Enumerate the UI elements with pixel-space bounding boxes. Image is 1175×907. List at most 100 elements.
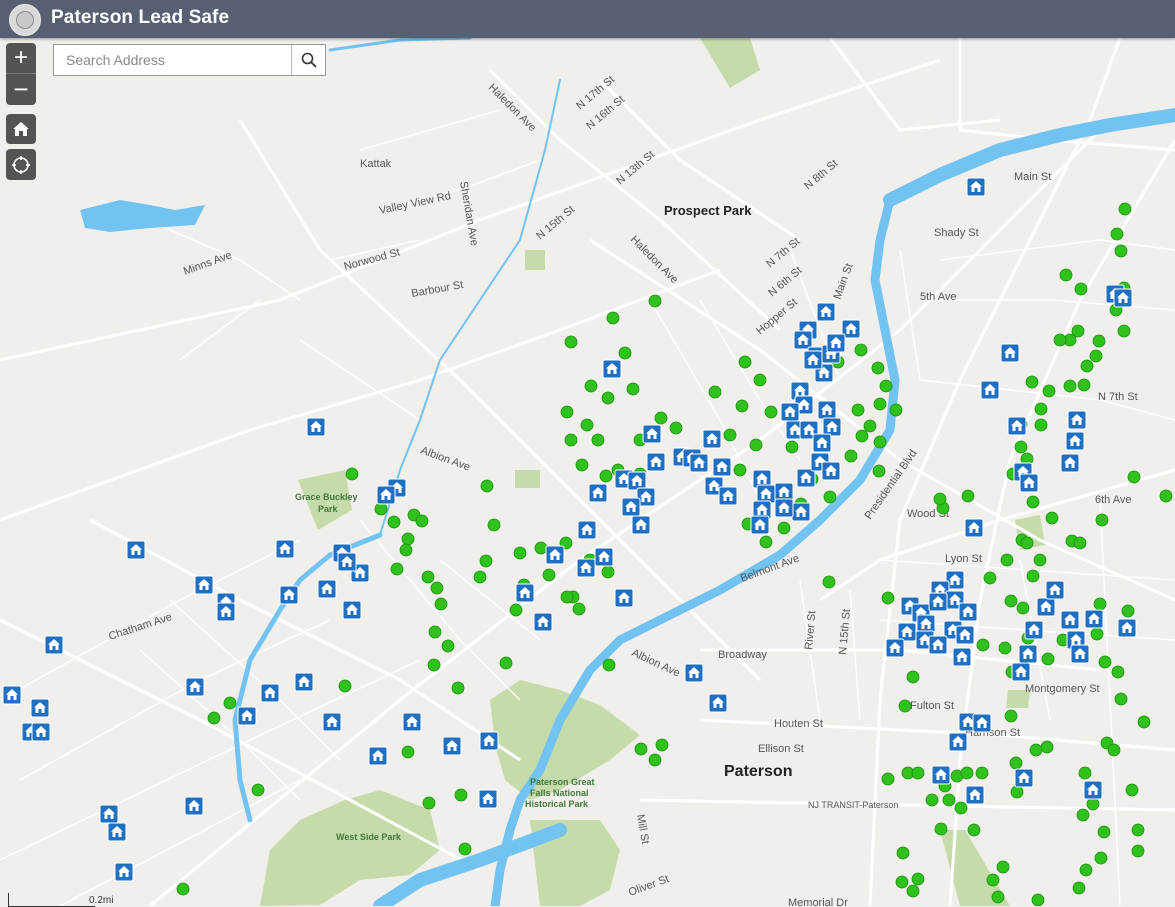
lead-safe-home-marker[interactable]	[194, 575, 214, 595]
lead-safe-home-marker[interactable]	[964, 518, 984, 538]
lead-safe-home-marker[interactable]	[107, 822, 127, 842]
lead-safe-home-marker[interactable]	[1018, 644, 1038, 664]
lead-safe-home-marker[interactable]	[317, 579, 337, 599]
tested-property-marker[interactable]	[933, 492, 947, 506]
tested-property-marker[interactable]	[1114, 692, 1128, 706]
tested-property-marker[interactable]	[911, 872, 925, 886]
lead-safe-home-marker[interactable]	[756, 484, 776, 504]
tested-property-marker[interactable]	[872, 464, 886, 478]
lead-safe-home-marker[interactable]	[1065, 431, 1085, 451]
tested-property-marker[interactable]	[602, 658, 616, 672]
lead-safe-home-marker[interactable]	[1011, 662, 1031, 682]
lead-safe-home-marker[interactable]	[376, 485, 396, 505]
lead-safe-home-marker[interactable]	[2, 685, 22, 705]
lead-safe-home-marker[interactable]	[1060, 453, 1080, 473]
tested-property-marker[interactable]	[434, 597, 448, 611]
tested-property-marker[interactable]	[881, 591, 895, 605]
tested-property-marker[interactable]	[1111, 665, 1125, 679]
lead-safe-home-marker[interactable]	[1014, 768, 1034, 788]
tested-property-marker[interactable]	[967, 823, 981, 837]
lead-safe-home-marker[interactable]	[368, 746, 388, 766]
lead-safe-home-marker[interactable]	[689, 453, 709, 473]
lead-safe-home-marker[interactable]	[791, 502, 811, 522]
lead-safe-home-marker[interactable]	[793, 330, 813, 350]
tested-property-marker[interactable]	[458, 842, 472, 856]
lead-safe-home-marker[interactable]	[1084, 609, 1104, 629]
tested-property-marker[interactable]	[1117, 324, 1131, 338]
tested-property-marker[interactable]	[560, 590, 574, 604]
tested-property-marker[interactable]	[753, 373, 767, 387]
tested-property-marker[interactable]	[207, 711, 221, 725]
tested-property-marker[interactable]	[738, 355, 752, 369]
tested-property-marker[interactable]	[1053, 333, 1067, 347]
tested-property-marker[interactable]	[513, 546, 527, 560]
tested-property-marker[interactable]	[896, 846, 910, 860]
lead-safe-home-marker[interactable]	[275, 539, 295, 559]
lead-safe-home-marker[interactable]	[30, 698, 50, 718]
tested-property-marker[interactable]	[1097, 825, 1111, 839]
search-input[interactable]	[54, 45, 292, 75]
lead-safe-home-marker[interactable]	[928, 635, 948, 655]
tested-property-marker[interactable]	[572, 602, 586, 616]
tested-property-marker[interactable]	[1074, 282, 1088, 296]
lead-safe-home-marker[interactable]	[684, 663, 704, 683]
lead-safe-home-marker[interactable]	[965, 785, 985, 805]
tested-property-marker[interactable]	[879, 379, 893, 393]
lead-safe-home-marker[interactable]	[442, 736, 462, 756]
tested-property-marker[interactable]	[960, 766, 974, 780]
tested-property-marker[interactable]	[708, 385, 722, 399]
tested-property-marker[interactable]	[1040, 740, 1054, 754]
tested-property-marker[interactable]	[345, 467, 359, 481]
tested-property-marker[interactable]	[451, 681, 465, 695]
tested-property-marker[interactable]	[1131, 823, 1145, 837]
lead-safe-home-marker[interactable]	[1024, 620, 1044, 640]
tested-property-marker[interactable]	[889, 403, 903, 417]
tested-property-marker[interactable]	[1034, 418, 1048, 432]
lead-safe-home-marker[interactable]	[631, 515, 651, 535]
tested-property-marker[interactable]	[998, 641, 1012, 655]
tested-property-marker[interactable]	[401, 532, 415, 546]
lead-safe-home-marker[interactable]	[588, 483, 608, 503]
tested-property-marker[interactable]	[1004, 594, 1018, 608]
tested-property-marker[interactable]	[1114, 244, 1128, 258]
tested-property-marker[interactable]	[1078, 766, 1092, 780]
tested-property-marker[interactable]	[1107, 743, 1121, 757]
tested-property-marker[interactable]	[851, 403, 865, 417]
tested-property-marker[interactable]	[986, 873, 1000, 887]
tested-property-marker[interactable]	[873, 435, 887, 449]
lead-safe-home-marker[interactable]	[1019, 473, 1039, 493]
tested-property-marker[interactable]	[1125, 783, 1139, 797]
tested-property-marker[interactable]	[942, 793, 956, 807]
lead-safe-home-marker[interactable]	[796, 468, 816, 488]
tested-property-marker[interactable]	[1020, 536, 1034, 550]
map-view[interactable]: Prospect Park Paterson Grace Buckley Par…	[0, 38, 1175, 906]
tested-property-marker[interactable]	[1159, 489, 1173, 503]
tested-property-marker[interactable]	[430, 581, 444, 595]
lead-safe-home-marker[interactable]	[515, 583, 535, 603]
lead-safe-home-marker[interactable]	[1117, 618, 1137, 638]
lead-safe-home-marker[interactable]	[479, 731, 499, 751]
tested-property-marker[interactable]	[906, 884, 920, 898]
tested-property-marker[interactable]	[390, 562, 404, 576]
tested-property-marker[interactable]	[387, 515, 401, 529]
lead-safe-home-marker[interactable]	[1113, 288, 1133, 308]
tested-property-marker[interactable]	[251, 783, 265, 797]
tested-property-marker[interactable]	[777, 521, 791, 535]
tested-property-marker[interactable]	[961, 489, 975, 503]
tested-property-marker[interactable]	[855, 429, 869, 443]
tested-property-marker[interactable]	[473, 570, 487, 584]
lead-safe-home-marker[interactable]	[1083, 780, 1103, 800]
lead-safe-home-marker[interactable]	[980, 380, 1000, 400]
lead-safe-home-marker[interactable]	[260, 683, 280, 703]
lead-safe-home-marker[interactable]	[750, 515, 770, 535]
lead-safe-home-marker[interactable]	[99, 804, 119, 824]
lead-safe-home-marker[interactable]	[621, 497, 641, 517]
lead-safe-home-marker[interactable]	[31, 722, 51, 742]
tested-property-marker[interactable]	[580, 418, 594, 432]
lead-safe-home-marker[interactable]	[44, 635, 64, 655]
tested-property-marker[interactable]	[669, 421, 683, 435]
lead-safe-home-marker[interactable]	[780, 402, 800, 422]
tested-property-marker[interactable]	[591, 433, 605, 447]
tested-property-marker[interactable]	[601, 391, 615, 405]
lead-safe-home-marker[interactable]	[1067, 410, 1087, 430]
